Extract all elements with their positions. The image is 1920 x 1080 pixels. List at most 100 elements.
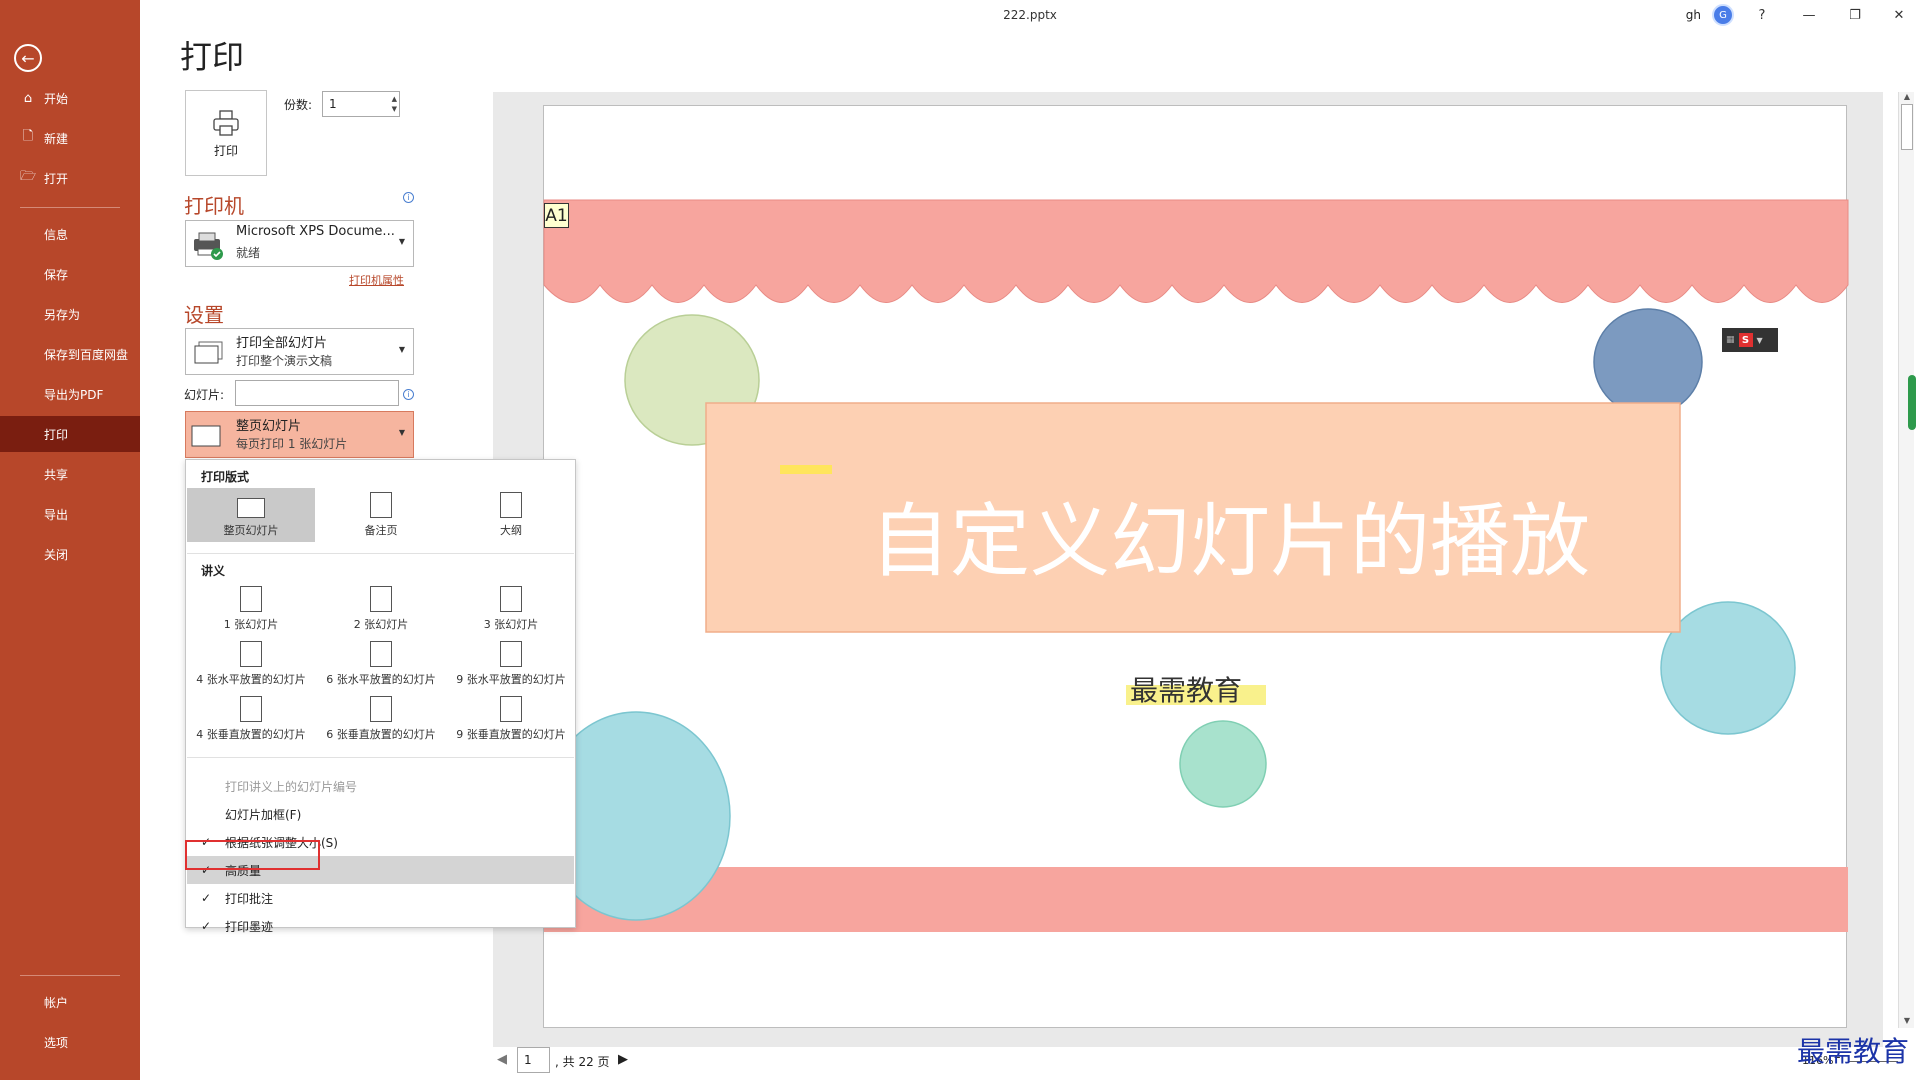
printer-name: Microsoft XPS Docume...	[236, 224, 395, 239]
nav-new-label: 新建	[44, 131, 69, 146]
handout-3-slides[interactable]: 3 张幻灯片	[447, 582, 575, 636]
toggle-frame-slides[interactable]: 幻灯片加框(F)	[187, 800, 574, 828]
handout-option-label: 6 张垂直放置的幻灯片	[326, 728, 436, 741]
handout-9-horizontal[interactable]: 9 张水平放置的幻灯片	[447, 637, 575, 691]
print-button[interactable]: 打印	[185, 90, 267, 176]
check-icon: ✓	[200, 891, 212, 905]
folder-open-icon: 🗁	[20, 169, 37, 184]
toggle-handout-slide-numbers[interactable]: 打印讲义上的幻灯片编号	[187, 772, 574, 800]
layout-option-label: 整页幻灯片	[223, 524, 279, 537]
nav-home[interactable]: ⌂ 开始	[0, 80, 140, 116]
vertical-scrollbar[interactable]: ▲ ▼	[1898, 92, 1914, 1028]
nav-account[interactable]: 帐户	[0, 984, 140, 1020]
handout-option-label: 1 张幻灯片	[223, 618, 279, 631]
avatar[interactable]: G	[1712, 4, 1734, 26]
printer-properties-link[interactable]: 打印机属性	[349, 272, 404, 288]
home-icon: ⌂	[23, 90, 33, 106]
scroll-thumb[interactable]	[1901, 104, 1913, 150]
nav-share[interactable]: 共享	[0, 456, 140, 492]
nav-new[interactable]: 🗋 新建	[0, 120, 140, 156]
print-range-dropdown[interactable]: 打印全部幻灯片 打印整个演示文稿 ▼	[185, 328, 414, 375]
spin-up-icon[interactable]: ▲	[392, 95, 397, 103]
wps-toolbar-badge[interactable]: ▦ S ▼	[1722, 328, 1778, 352]
chevron-down-icon: ▼	[398, 345, 405, 354]
handouts-section-title: 讲义	[201, 564, 226, 578]
handout-option-label: 4 张垂直放置的幻灯片	[196, 728, 306, 741]
layout-dropdown[interactable]: 整页幻灯片 每页打印 1 张幻灯片 ▼	[185, 411, 414, 458]
printer-dropdown[interactable]: Microsoft XPS Docume... 就绪 ▼	[185, 220, 414, 267]
toggle-label: 幻灯片加框(F)	[225, 807, 302, 822]
menu-divider	[187, 553, 574, 554]
handout-2-slides[interactable]: 2 张幻灯片	[317, 582, 445, 636]
layout-option-notes[interactable]: 备注页	[317, 488, 445, 542]
toggle-label: 打印墨迹	[225, 919, 274, 934]
page-number-input[interactable]: 1	[517, 1047, 550, 1073]
nav-info[interactable]: 信息	[0, 216, 140, 252]
slide-subtitle: 最需教育	[1130, 674, 1243, 707]
minimize-button[interactable]: —	[1794, 4, 1824, 26]
handout-1-icon	[240, 586, 262, 612]
help-button[interactable]: ?	[1747, 4, 1777, 26]
handout-6-horizontal[interactable]: 6 张水平放置的幻灯片	[317, 637, 445, 691]
nav-save-baidu[interactable]: 保存到百度网盘	[0, 336, 140, 372]
menu-divider	[187, 757, 574, 758]
spin-down-icon[interactable]: ▼	[392, 105, 397, 113]
side-handle[interactable]	[1908, 375, 1916, 430]
restore-button[interactable]: ❐	[1840, 4, 1870, 26]
layout-option-label: 备注页	[364, 524, 398, 537]
layout-option-outline[interactable]: 大纲	[447, 488, 575, 542]
grid-icon: ▦	[1726, 335, 1735, 345]
handout-4-vertical[interactable]: 4 张垂直放置的幻灯片	[187, 692, 315, 746]
previous-page-icon[interactable]: ◀	[497, 1052, 507, 1067]
toggle-label: 打印批注	[225, 891, 274, 906]
handout-9-vertical[interactable]: 9 张垂直放置的幻灯片	[447, 692, 575, 746]
nav-export[interactable]: 导出	[0, 496, 140, 532]
layout-option-label: 大纲	[500, 524, 522, 537]
slides-label: 幻灯片:	[184, 388, 225, 402]
full-page-slide-icon	[237, 498, 265, 518]
toggle-label: 打印讲义上的幻灯片编号	[225, 779, 358, 794]
nav-options[interactable]: 选项	[0, 1024, 140, 1060]
nav-export-pdf[interactable]: 导出为PDF	[0, 376, 140, 412]
handout-option-label: 6 张水平放置的幻灯片	[326, 673, 436, 686]
wps-logo-icon: S	[1738, 333, 1753, 347]
nav-print[interactable]: 打印	[0, 416, 140, 452]
scroll-up-icon[interactable]: ▲	[1899, 92, 1915, 104]
toggle-print-ink[interactable]: ✓ 打印墨迹	[187, 912, 574, 940]
chevron-down-icon: ▼	[398, 428, 405, 437]
handout-grid-icon	[370, 641, 392, 667]
info-icon[interactable]: i	[403, 389, 414, 400]
toggle-print-comments[interactable]: ✓ 打印批注	[187, 884, 574, 912]
back-arrow-icon[interactable]: ←	[14, 44, 42, 72]
print-range-label: 打印全部幻灯片	[236, 336, 328, 351]
nav-save-as[interactable]: 另存为	[0, 296, 140, 332]
handout-option-label: 9 张水平放置的幻灯片	[456, 673, 566, 686]
handout-6-vertical[interactable]: 6 张垂直放置的幻灯片	[317, 692, 445, 746]
scroll-down-icon[interactable]: ▼	[1899, 1016, 1915, 1028]
printer-status: 就绪	[236, 246, 261, 260]
chevron-down-icon: ▼	[1756, 335, 1763, 345]
slides-input[interactable]	[235, 380, 399, 406]
handout-1-slide[interactable]: 1 张幻灯片	[187, 582, 315, 636]
new-document-icon: 🗋	[22, 129, 34, 144]
highlight-annotation	[185, 840, 320, 870]
layout-option-full-page[interactable]: 整页幻灯片	[187, 488, 315, 542]
full-page-slide-icon	[191, 425, 221, 447]
info-icon[interactable]: i	[403, 192, 414, 203]
slide-title: 自定义幻灯片的播放	[870, 495, 1590, 588]
nav-save[interactable]: 保存	[0, 256, 140, 292]
user-name[interactable]: gh	[1686, 8, 1701, 22]
print-range-desc: 打印整个演示文稿	[236, 354, 333, 368]
nav-home-label: 开始	[44, 91, 69, 106]
nav-close[interactable]: 关闭	[0, 536, 140, 572]
handout-grid-icon	[240, 641, 262, 667]
nav-open[interactable]: 🗁 打开	[0, 160, 140, 196]
handout-3-icon	[500, 586, 522, 612]
next-page-icon[interactable]: ▶	[618, 1052, 628, 1067]
nav-open-label: 打开	[44, 171, 69, 186]
handout-4-horizontal[interactable]: 4 张水平放置的幻灯片	[187, 637, 315, 691]
chevron-down-icon: ▼	[398, 237, 405, 246]
handout-grid-icon	[240, 696, 262, 722]
close-button[interactable]: ✕	[1884, 4, 1914, 26]
copies-stepper[interactable]: 1 ▲ ▼	[322, 91, 400, 117]
